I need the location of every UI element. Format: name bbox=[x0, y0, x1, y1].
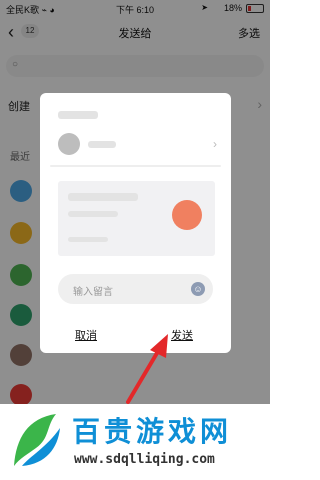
watermark-url: www.sdqlliqing.com bbox=[74, 452, 215, 467]
watermark-logo-icon bbox=[14, 414, 60, 466]
watermark-title: 百贵游戏网 bbox=[72, 415, 233, 448]
watermark-banner: 百贵游戏网 www.sdqlliqing.com bbox=[0, 404, 270, 480]
